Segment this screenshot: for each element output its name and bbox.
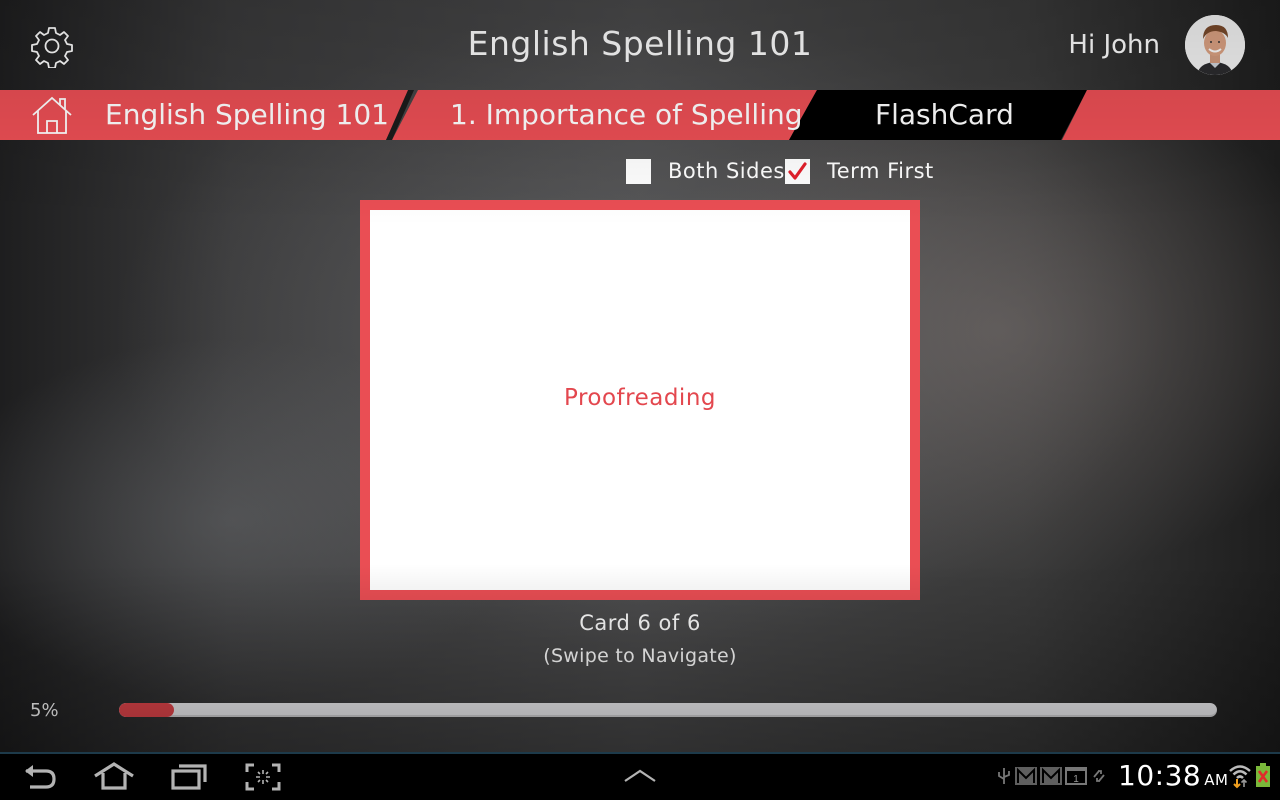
checkbox-checked[interactable]: [785, 158, 810, 184]
usb-icon: [998, 768, 1010, 784]
breadcrumb-segment-bg: [1062, 90, 1280, 140]
progress-fill: [119, 703, 174, 717]
breadcrumb-item-flashcard: FlashCard: [875, 98, 1014, 131]
calendar-icon: 1: [1065, 767, 1087, 785]
expand-button[interactable]: [622, 765, 658, 795]
user-greeting: Hi John: [1068, 30, 1160, 60]
sync-icon: [1093, 770, 1105, 782]
recent-apps-icon: [171, 764, 207, 790]
gmail-icon: [1040, 767, 1062, 785]
flashcard[interactable]: Proofreading: [360, 200, 920, 600]
progress-bar: [119, 703, 1217, 717]
back-button[interactable]: [20, 762, 60, 792]
swipe-hint: (Swipe to Navigate): [543, 645, 737, 667]
home-button[interactable]: [30, 93, 74, 137]
notification-icons[interactable]: 1: [996, 765, 1108, 787]
checkmark-icon: [788, 161, 807, 180]
flashcard-screen: English Spelling 101 Hi John English Spe…: [0, 0, 1280, 752]
breadcrumb-item-course[interactable]: English Spelling 101: [105, 98, 389, 131]
both-sides-label: Both Sides: [668, 159, 785, 183]
screenshot-icon: [245, 763, 281, 791]
chevron-up-icon: [624, 769, 656, 782]
calendar-day: 1: [1073, 774, 1079, 785]
user-avatar[interactable]: [1185, 15, 1245, 75]
home-icon: [32, 96, 72, 134]
flashcard-term: Proofreading: [563, 385, 717, 411]
card-counter: Card 6 of 6: [579, 611, 701, 635]
screenshot-button[interactable]: [244, 762, 282, 792]
recent-apps-button[interactable]: [170, 762, 208, 792]
clock-ampm: AM: [1204, 771, 1229, 789]
wifi-icon: [1229, 765, 1251, 789]
android-home-button[interactable]: [92, 761, 136, 791]
battery-charging-icon: [1256, 763, 1270, 787]
progress-percent: 5%: [30, 700, 59, 721]
term-first-label: Term First: [827, 159, 934, 183]
clock-time: 10:38: [1118, 759, 1202, 792]
checkbox-unchecked[interactable]: [626, 158, 651, 184]
both-sides-checkbox[interactable]: Both Sides: [626, 158, 785, 184]
avatar-photo-icon: [1185, 15, 1245, 75]
home-icon: [94, 762, 134, 790]
term-first-checkbox[interactable]: Term First: [785, 158, 934, 184]
gmail-icon: [1015, 767, 1037, 785]
back-icon: [25, 765, 56, 789]
status-clock: 10:38 AM: [1118, 759, 1228, 792]
breadcrumb-item-lesson[interactable]: 1. Importance of Spelling: [450, 98, 803, 131]
